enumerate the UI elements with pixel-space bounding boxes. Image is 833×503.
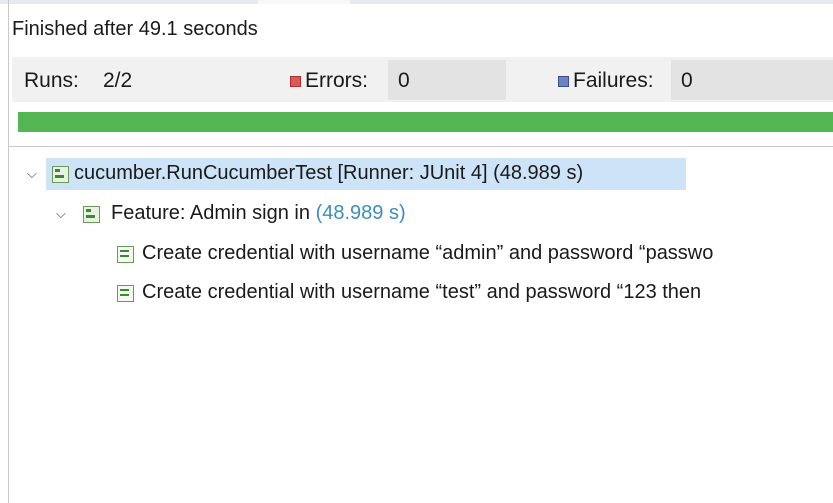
errors-value-box: 0 <box>388 60 506 100</box>
failures-value-box: 0 <box>671 60 833 100</box>
test-suite-icon <box>83 206 100 223</box>
failures-value: 0 <box>681 69 693 92</box>
tree-item-feature-time: (48.989 s) <box>315 202 406 224</box>
active-tab-indicator <box>258 0 350 4</box>
runs-value: 2/2 <box>103 69 133 92</box>
chevron-down-icon[interactable]: ⌵ <box>27 166 37 182</box>
test-case-icon <box>117 285 134 302</box>
runs-label: Runs: <box>24 69 79 92</box>
status-message: Finished after 49.1 seconds <box>12 18 258 40</box>
test-progress-bar <box>18 112 833 132</box>
chevron-down-icon[interactable]: ⌵ <box>56 206 66 222</box>
tree-item-feature-label: Feature: Admin sign in <box>111 202 310 224</box>
failures-label: Failures: <box>573 69 654 92</box>
tree-item-test-label: Create credential with username “admin” … <box>142 242 714 264</box>
tree-item-test[interactable]: Create credential with username “test” a… <box>117 277 833 309</box>
errors-label: Errors: <box>305 69 368 92</box>
test-suite-icon <box>52 166 69 183</box>
tree-item-test[interactable]: Create credential with username “admin” … <box>117 238 833 270</box>
errors-value: 0 <box>398 69 410 92</box>
top-tab-strip <box>0 0 833 4</box>
error-icon <box>290 76 301 87</box>
tree-item-test-label: Create credential with username “test” a… <box>142 281 702 303</box>
failure-icon <box>558 76 569 87</box>
tree-item-root[interactable]: cucumber.RunCucumberTest [Runner: JUnit … <box>46 158 686 190</box>
divider <box>8 146 833 147</box>
panel-left-border <box>8 0 9 503</box>
tree-item-feature[interactable]: ⌵ Feature: Admin sign in (48.989 s) <box>56 198 506 230</box>
tree-item-root-label: cucumber.RunCucumberTest [Runner: JUnit … <box>74 162 584 184</box>
tree-item-feature-label-wrap: Feature: Admin sign in (48.989 s) <box>111 202 406 225</box>
test-case-icon <box>117 246 134 263</box>
